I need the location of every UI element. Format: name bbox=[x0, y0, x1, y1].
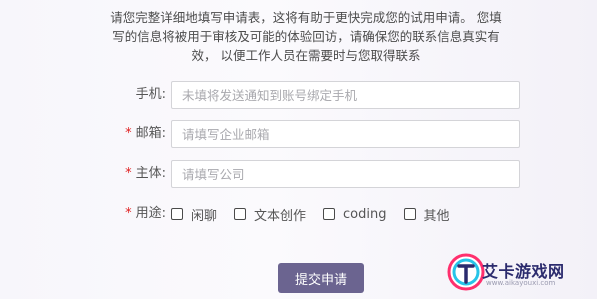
email-label: * 邮箱: bbox=[125, 120, 166, 148]
purpose-label: * 用途: bbox=[125, 200, 166, 228]
entity-row: * 主体: bbox=[0, 160, 597, 188]
purpose-options: 闲聊 文本创作 coding 其他 bbox=[171, 200, 467, 228]
checkbox[interactable] bbox=[403, 208, 416, 220]
required-mark: * bbox=[125, 166, 132, 181]
purpose-option-writing[interactable]: 文本创作 bbox=[234, 205, 306, 224]
submit-button[interactable]: 提交申请 bbox=[278, 263, 364, 293]
checkbox[interactable] bbox=[323, 208, 336, 220]
entity-label-text: 主体: bbox=[135, 166, 166, 181]
purpose-label-text: 用途: bbox=[135, 206, 166, 221]
purpose-option-other[interactable]: 其他 bbox=[403, 205, 450, 224]
option-label: 文本创作 bbox=[254, 208, 307, 224]
purpose-option-chat[interactable]: 闲聊 bbox=[171, 205, 217, 224]
checkbox[interactable] bbox=[171, 208, 183, 220]
watermark-icon bbox=[447, 253, 485, 291]
watermark-url: www.aikayouxi.com bbox=[486, 279, 556, 287]
email-input[interactable] bbox=[171, 120, 520, 148]
option-label: coding bbox=[343, 206, 387, 222]
required-mark: * bbox=[125, 126, 132, 141]
phone-row: 手机: bbox=[0, 81, 597, 109]
watermark-logo: 艾卡游戏网 www.aikayouxi.com bbox=[446, 246, 596, 296]
intro-text: 请您完整详细地填写申请表，这将有助于更快完成您的试用申请。 您填写的信息将被用于… bbox=[110, 10, 502, 63]
phone-label: 手机: bbox=[136, 81, 166, 109]
option-label: 其他 bbox=[423, 208, 450, 224]
checkbox[interactable] bbox=[234, 208, 247, 220]
option-label: 闲聊 bbox=[191, 208, 218, 224]
email-label-text: 邮箱: bbox=[135, 126, 166, 141]
email-row: * 邮箱: bbox=[0, 120, 597, 148]
purpose-option-coding[interactable]: coding bbox=[323, 206, 387, 222]
purpose-row: * 用途: 闲聊 文本创作 coding 其他 bbox=[0, 200, 597, 228]
required-mark: * bbox=[125, 206, 132, 221]
phone-label-text: 手机: bbox=[135, 87, 166, 102]
entity-label: * 主体: bbox=[125, 160, 166, 188]
entity-input[interactable] bbox=[171, 160, 520, 188]
phone-input[interactable] bbox=[171, 81, 520, 109]
